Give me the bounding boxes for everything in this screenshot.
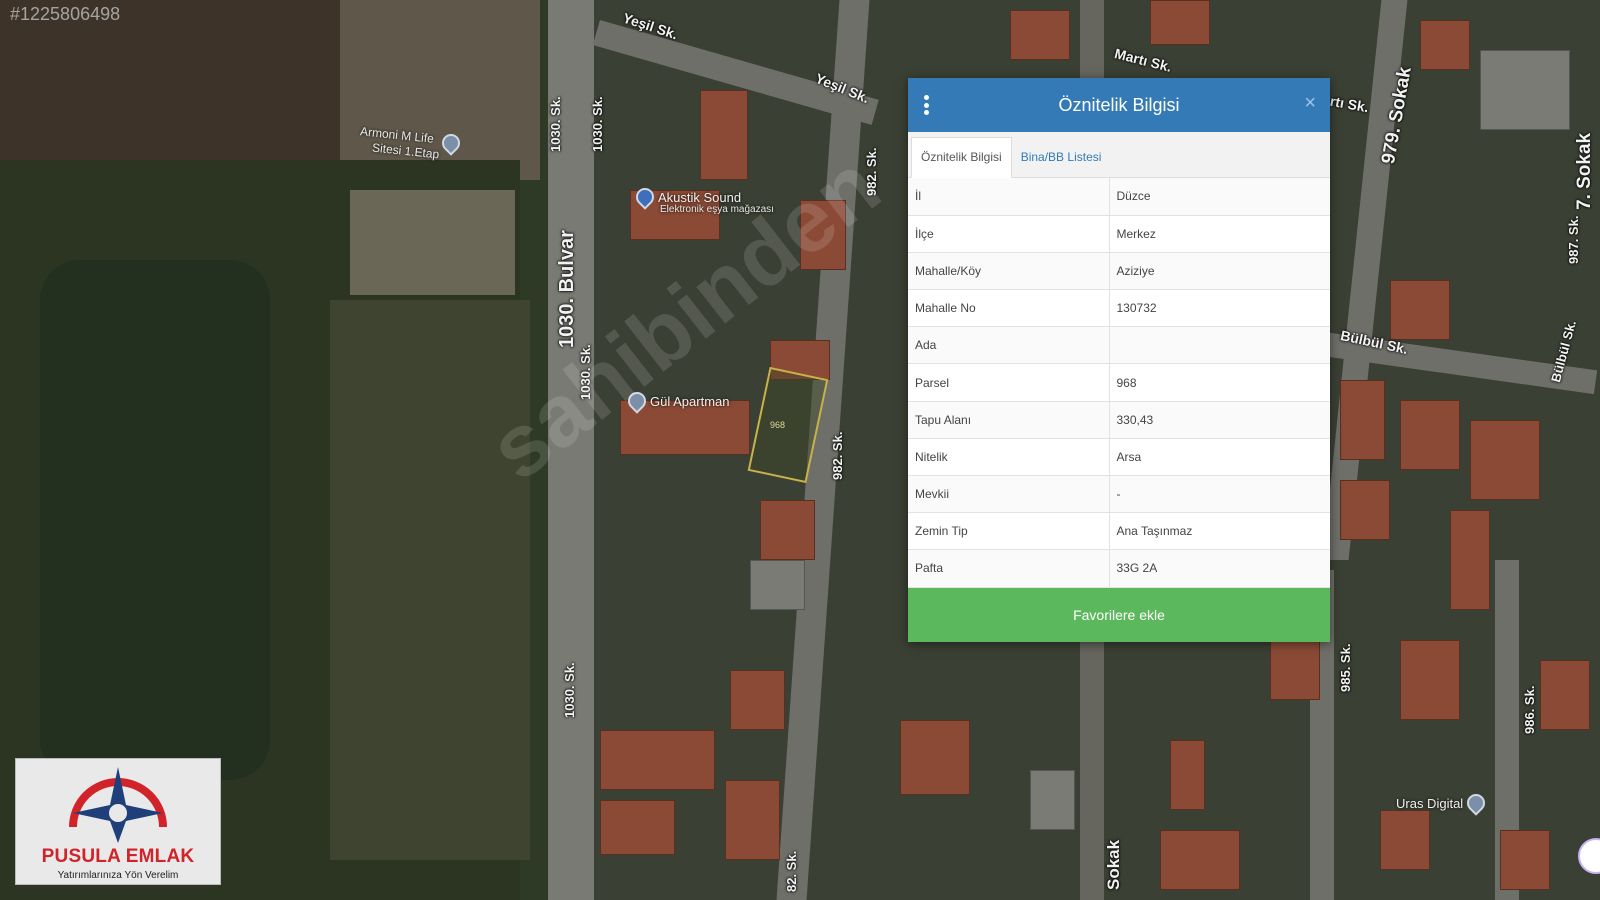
building-roof — [600, 800, 675, 855]
parcel-number-label: 968 — [770, 420, 786, 430]
building-roof — [700, 90, 748, 180]
row-key: Nitelik — [908, 438, 1110, 477]
building-roof — [1160, 830, 1240, 890]
street-label: 1030. Sk. — [548, 96, 563, 152]
poi-label: Akustik Sound — [658, 189, 742, 205]
street-label: 986. Sk. — [1522, 685, 1537, 734]
row-key: Parsel — [908, 363, 1110, 402]
tab-building-list[interactable]: Bina/BB Listesi — [1012, 138, 1111, 177]
table-row: Mahalle/Köy Aziziye — [908, 252, 1330, 291]
building-roof — [1390, 280, 1450, 340]
satellite-map[interactable]: 968 Yeşil Sk. Yeşil Sk. 1030. Bulvar 103… — [0, 0, 1600, 900]
table-row: Ada — [908, 326, 1330, 365]
building-roof — [1380, 810, 1430, 870]
building-roof — [750, 560, 805, 610]
street-label: 1030. Sk. — [562, 662, 577, 718]
listing-id: #1225806498 — [10, 4, 121, 24]
table-row: Mahalle No 130732 — [908, 289, 1330, 328]
row-key: İl — [908, 178, 1110, 216]
poi-uras-digital[interactable]: Uras Digital — [1396, 790, 1489, 816]
building-roof — [1540, 660, 1590, 730]
row-value: 330,43 — [1109, 401, 1330, 439]
table-row: İlçe Merkez — [908, 215, 1330, 253]
building-roof — [1400, 400, 1460, 470]
table-row: Pafta 33G 2A — [908, 549, 1330, 588]
dense-forest — [40, 260, 270, 780]
street-label: 987. Sk. — [1566, 215, 1581, 264]
row-key: Mahalle No — [908, 289, 1110, 328]
company-logo: PUSULA EMLAK Yatırımlarınıza Yön Verelim — [15, 758, 221, 885]
row-value: - — [1109, 475, 1330, 514]
row-value: 968 — [1109, 363, 1330, 402]
street-label: 982. Sk. — [830, 431, 845, 480]
building-roof — [1340, 380, 1385, 460]
street-label: 1030. Sk. — [590, 96, 605, 152]
poi-label: Uras Digital — [1396, 795, 1464, 811]
building-roof — [1340, 480, 1390, 540]
building-roof — [730, 670, 785, 730]
row-value: Ana Taşınmaz — [1109, 512, 1330, 551]
logo-name: PUSULA EMLAK — [41, 846, 195, 867]
tab-attribute-info[interactable]: Öznitelik Bilgisi — [911, 137, 1012, 178]
building-roof — [1400, 640, 1460, 720]
building-roof — [1150, 0, 1210, 45]
street-label: Sokak — [1104, 839, 1123, 890]
street-label: 1030. Bulvar — [556, 230, 578, 348]
row-value: Arsa — [1109, 438, 1330, 477]
building-roof — [1470, 420, 1540, 500]
building-roof — [900, 720, 970, 795]
table-row: Mevkii - — [908, 475, 1330, 514]
building-roof — [1030, 770, 1075, 830]
table-row: Tapu Alanı 330,43 — [908, 401, 1330, 439]
row-value: 130732 — [1109, 289, 1330, 328]
row-key: Mahalle/Köy — [908, 252, 1110, 291]
row-key: Ada — [908, 326, 1110, 365]
row-key: İlçe — [908, 215, 1110, 253]
row-value: Aziziye — [1109, 252, 1330, 291]
row-value — [1109, 326, 1330, 365]
building-roof — [1270, 640, 1320, 700]
table-row: İl Düzce — [908, 178, 1330, 216]
table-row: Zemin Tip Ana Taşınmaz — [908, 512, 1330, 551]
building-roof — [600, 730, 715, 790]
row-value: 33G 2A — [1109, 549, 1330, 588]
building-roof — [1450, 510, 1490, 610]
dirt-area — [340, 0, 540, 180]
building-roof — [760, 500, 815, 560]
vertical-dots-icon[interactable] — [924, 95, 930, 115]
attribute-info-popup: Öznitelik Bilgisi × Öznitelik Bilgisi Bi… — [908, 78, 1330, 642]
street-label: 985. Sk. — [1338, 643, 1353, 692]
street-label: 82. Sk. — [784, 850, 799, 892]
building-roof — [1480, 50, 1570, 130]
construction-site — [350, 190, 515, 295]
row-key: Pafta — [908, 549, 1110, 588]
popup-header: Öznitelik Bilgisi × — [908, 78, 1330, 132]
close-icon[interactable]: × — [1304, 92, 1316, 115]
popup-title: Öznitelik Bilgisi — [1058, 94, 1180, 115]
row-value: Merkez — [1109, 215, 1330, 253]
row-key: Mevkii — [908, 475, 1110, 514]
add-to-favorites-button[interactable]: Favorilere ekle — [908, 587, 1330, 642]
table-row: Nitelik Arsa — [908, 438, 1330, 477]
row-key: Zemin Tip — [908, 512, 1110, 551]
row-value: Düzce — [1109, 178, 1330, 216]
building-roof — [1170, 740, 1205, 810]
building-roof — [725, 780, 780, 860]
logo-tagline: Yatırımlarınıza Yön Verelim — [57, 870, 179, 881]
street-label: 7. Sokak — [1574, 132, 1595, 210]
building-roof — [1420, 20, 1470, 70]
building-roof — [1010, 10, 1070, 60]
popup-tabs: Öznitelik Bilgisi Bina/BB Listesi — [908, 132, 1330, 178]
store-pin-icon — [632, 184, 658, 210]
attribute-table: İl Düzce İlçe Merkez Mahalle/Köy Aziziye Ma… — [908, 178, 1330, 588]
open-field — [330, 300, 530, 860]
compass-icon — [69, 767, 167, 843]
location-pin-icon — [1463, 790, 1489, 816]
row-key: Tapu Alanı — [908, 401, 1110, 439]
table-row: Parsel 968 — [908, 363, 1330, 402]
building-roof — [1500, 830, 1550, 890]
